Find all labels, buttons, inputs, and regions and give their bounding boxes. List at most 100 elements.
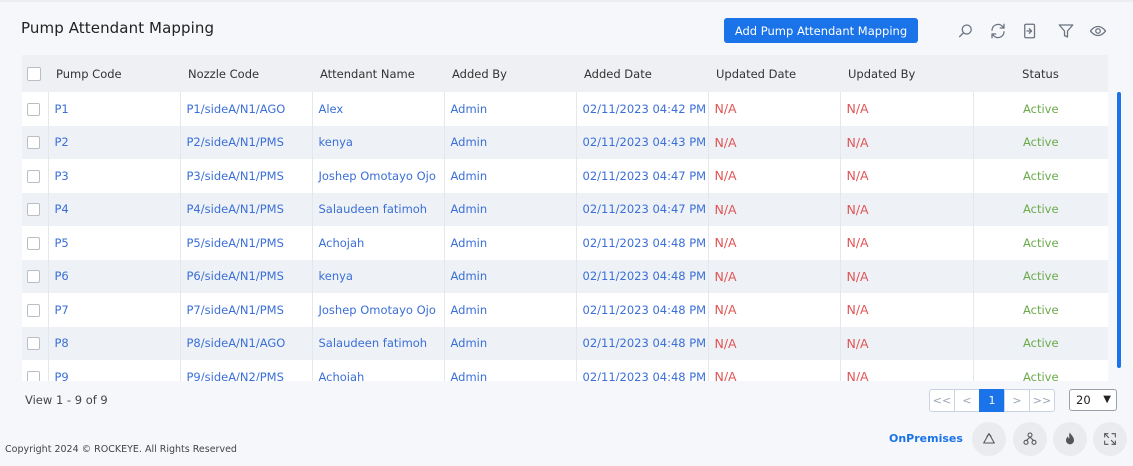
next-page-button[interactable]: > (1004, 389, 1030, 412)
nozzle-code-cell[interactable]: P5/sideA/N1/PMS (180, 226, 313, 260)
attendant-name-cell[interactable]: Alex (312, 92, 445, 126)
recycle-icon (983, 433, 995, 444)
attendant-name-cell[interactable]: Salaudeen fatimoh (312, 326, 445, 360)
page-size-value: 20 (1076, 393, 1091, 407)
column-header[interactable]: Added Date (576, 55, 708, 92)
table-row[interactable]: P2 P2/sideA/N1/PMS kenya Admin 02/11/2023 04… (22, 125, 1108, 159)
added-by-cell[interactable]: Admin (444, 360, 577, 381)
column-header[interactable]: Nozzle Code (180, 55, 312, 92)
row-checkbox[interactable] (22, 293, 49, 327)
column-header[interactable]: Updated By (840, 55, 973, 92)
column-header[interactable]: Pump Code (48, 55, 180, 92)
table-row[interactable]: P8 P8/sideA/N1/AGO Salaudeen fatimoh Admin 0… (22, 326, 1108, 360)
pump-code-cell[interactable]: P6 (48, 259, 181, 293)
attendant-name-cell[interactable]: Joshep Omotayo Ojo (312, 293, 445, 327)
eye-icon[interactable] (1087, 20, 1109, 42)
nozzle-code-cell[interactable]: P4/sideA/N1/PMS (180, 192, 313, 226)
network-button[interactable] (1013, 422, 1047, 456)
table-row[interactable]: P6 P6/sideA/N1/PMS kenya Admin 02/11/2023 04… (22, 259, 1108, 293)
attendant-name-cell[interactable]: kenya (312, 259, 445, 293)
row-checkbox[interactable] (22, 326, 49, 360)
added-by-cell[interactable]: Admin (444, 293, 577, 327)
row-checkbox[interactable] (22, 159, 49, 193)
search-icon[interactable] (955, 20, 977, 42)
nozzle-code-cell[interactable]: P3/sideA/N1/PMS (180, 159, 313, 193)
vertical-scrollbar[interactable] (1117, 92, 1121, 368)
pump-code-cell[interactable]: P1 (48, 92, 181, 126)
nozzle-code-cell[interactable]: P7/sideA/N1/PMS (180, 293, 313, 327)
column-header[interactable]: Attendant Name (312, 55, 444, 92)
row-checkbox[interactable] (22, 360, 49, 381)
deployment-mode-label[interactable]: OnPremises (889, 432, 963, 445)
added-date-cell[interactable]: 02/11/2023 04:47 PM (576, 192, 709, 226)
first-page-button[interactable]: << (929, 389, 955, 412)
last-page-button[interactable]: >> (1029, 389, 1055, 412)
current-page-button[interactable]: 1 (979, 389, 1005, 412)
table-row[interactable]: P7 P7/sideA/N1/PMS Joshep Omotayo Ojo Admin… (22, 293, 1108, 327)
pump-code-cell[interactable]: P9 (48, 360, 181, 381)
row-checkbox[interactable] (22, 226, 49, 260)
row-checkbox[interactable] (22, 125, 49, 159)
fullscreen-button[interactable] (1093, 422, 1127, 456)
status-cell: Active (973, 226, 1108, 260)
pump-code-cell[interactable]: P3 (48, 159, 181, 193)
add-pump-attendant-mapping-button[interactable]: Add Pump Attendant Mapping (724, 18, 918, 43)
table-row[interactable]: P3 P3/sideA/N1/PMS Joshep Omotayo Ojo Admin… (22, 159, 1108, 193)
table-row[interactable]: P9 P9/sideA/N2/PMS Achojah Admin 02/11/2023 … (22, 360, 1108, 381)
pump-code-cell[interactable]: P5 (48, 226, 181, 260)
added-date-cell[interactable]: 02/11/2023 04:48 PM (576, 326, 709, 360)
added-by-cell[interactable]: Admin (444, 125, 577, 159)
recycle-button[interactable] (972, 422, 1006, 456)
attendant-name-cell[interactable]: Joshep Omotayo Ojo (312, 159, 445, 193)
table-row[interactable]: P4 P4/sideA/N1/PMS Salaudeen fatimoh Admin 0… (22, 192, 1108, 226)
column-header[interactable]: Updated Date (708, 55, 840, 92)
table-row[interactable]: P1 P1/sideA/N1/AGO Alex Admin 02/11/2023 04:… (22, 92, 1108, 126)
updated-by-cell: N/A (840, 293, 974, 327)
column-header[interactable]: Status (973, 55, 1108, 92)
pump-code-cell[interactable]: P4 (48, 192, 181, 226)
attendant-name-cell[interactable]: Achojah (312, 226, 445, 260)
updated-by-cell: N/A (840, 360, 974, 381)
export-icon[interactable] (1019, 20, 1041, 42)
attendant-name-cell[interactable]: Salaudeen fatimoh (312, 192, 445, 226)
nozzle-code-cell[interactable]: P2/sideA/N1/PMS (180, 125, 313, 159)
nozzle-code-cell[interactable]: P8/sideA/N1/AGO (180, 326, 313, 360)
row-checkbox[interactable] (22, 192, 49, 226)
page-size-select[interactable]: 20 ▼ (1069, 389, 1117, 411)
filter-icon[interactable] (1055, 20, 1077, 42)
added-by-cell[interactable]: Admin (444, 226, 577, 260)
status-cell: Active (973, 259, 1108, 293)
attendant-name-cell[interactable]: Achojah (312, 360, 445, 381)
added-by-cell[interactable]: Admin (444, 259, 577, 293)
table-row[interactable]: P5 P5/sideA/N1/PMS Achojah Admin 02/11/2023 … (22, 226, 1108, 260)
status-cell: Active (973, 360, 1108, 381)
column-header[interactable]: Added By (444, 55, 576, 92)
row-checkbox[interactable] (22, 259, 49, 293)
added-date-cell[interactable]: 02/11/2023 04:48 PM (576, 259, 709, 293)
status-cell: Active (973, 326, 1108, 360)
pump-code-cell[interactable]: P8 (48, 326, 181, 360)
attendant-name-cell[interactable]: kenya (312, 125, 445, 159)
nozzle-code-cell[interactable]: P6/sideA/N1/PMS (180, 259, 313, 293)
fullscreen-icon (1104, 433, 1116, 445)
updated-by-cell: N/A (840, 326, 974, 360)
added-by-cell[interactable]: Admin (444, 92, 577, 126)
added-date-cell[interactable]: 02/11/2023 04:48 PM (576, 226, 709, 260)
added-by-cell[interactable]: Admin (444, 326, 577, 360)
added-date-cell[interactable]: 02/11/2023 04:42 PM (576, 92, 709, 126)
select-all-checkbox[interactable] (22, 55, 48, 92)
added-date-cell[interactable]: 02/11/2023 04:48 PM (576, 360, 709, 381)
pump-code-cell[interactable]: P2 (48, 125, 181, 159)
nozzle-code-cell[interactable]: P9/sideA/N2/PMS (180, 360, 313, 381)
added-date-cell[interactable]: 02/11/2023 04:43 PM (576, 125, 709, 159)
row-checkbox[interactable] (22, 92, 49, 126)
pump-code-cell[interactable]: P7 (48, 293, 181, 327)
added-by-cell[interactable]: Admin (444, 192, 577, 226)
nozzle-code-cell[interactable]: P1/sideA/N1/AGO (180, 92, 313, 126)
added-date-cell[interactable]: 02/11/2023 04:48 PM (576, 293, 709, 327)
prev-page-button[interactable]: < (954, 389, 980, 412)
added-by-cell[interactable]: Admin (444, 159, 577, 193)
refresh-icon[interactable] (987, 20, 1009, 42)
fire-button[interactable] (1053, 422, 1087, 456)
added-date-cell[interactable]: 02/11/2023 04:47 PM (576, 159, 709, 193)
